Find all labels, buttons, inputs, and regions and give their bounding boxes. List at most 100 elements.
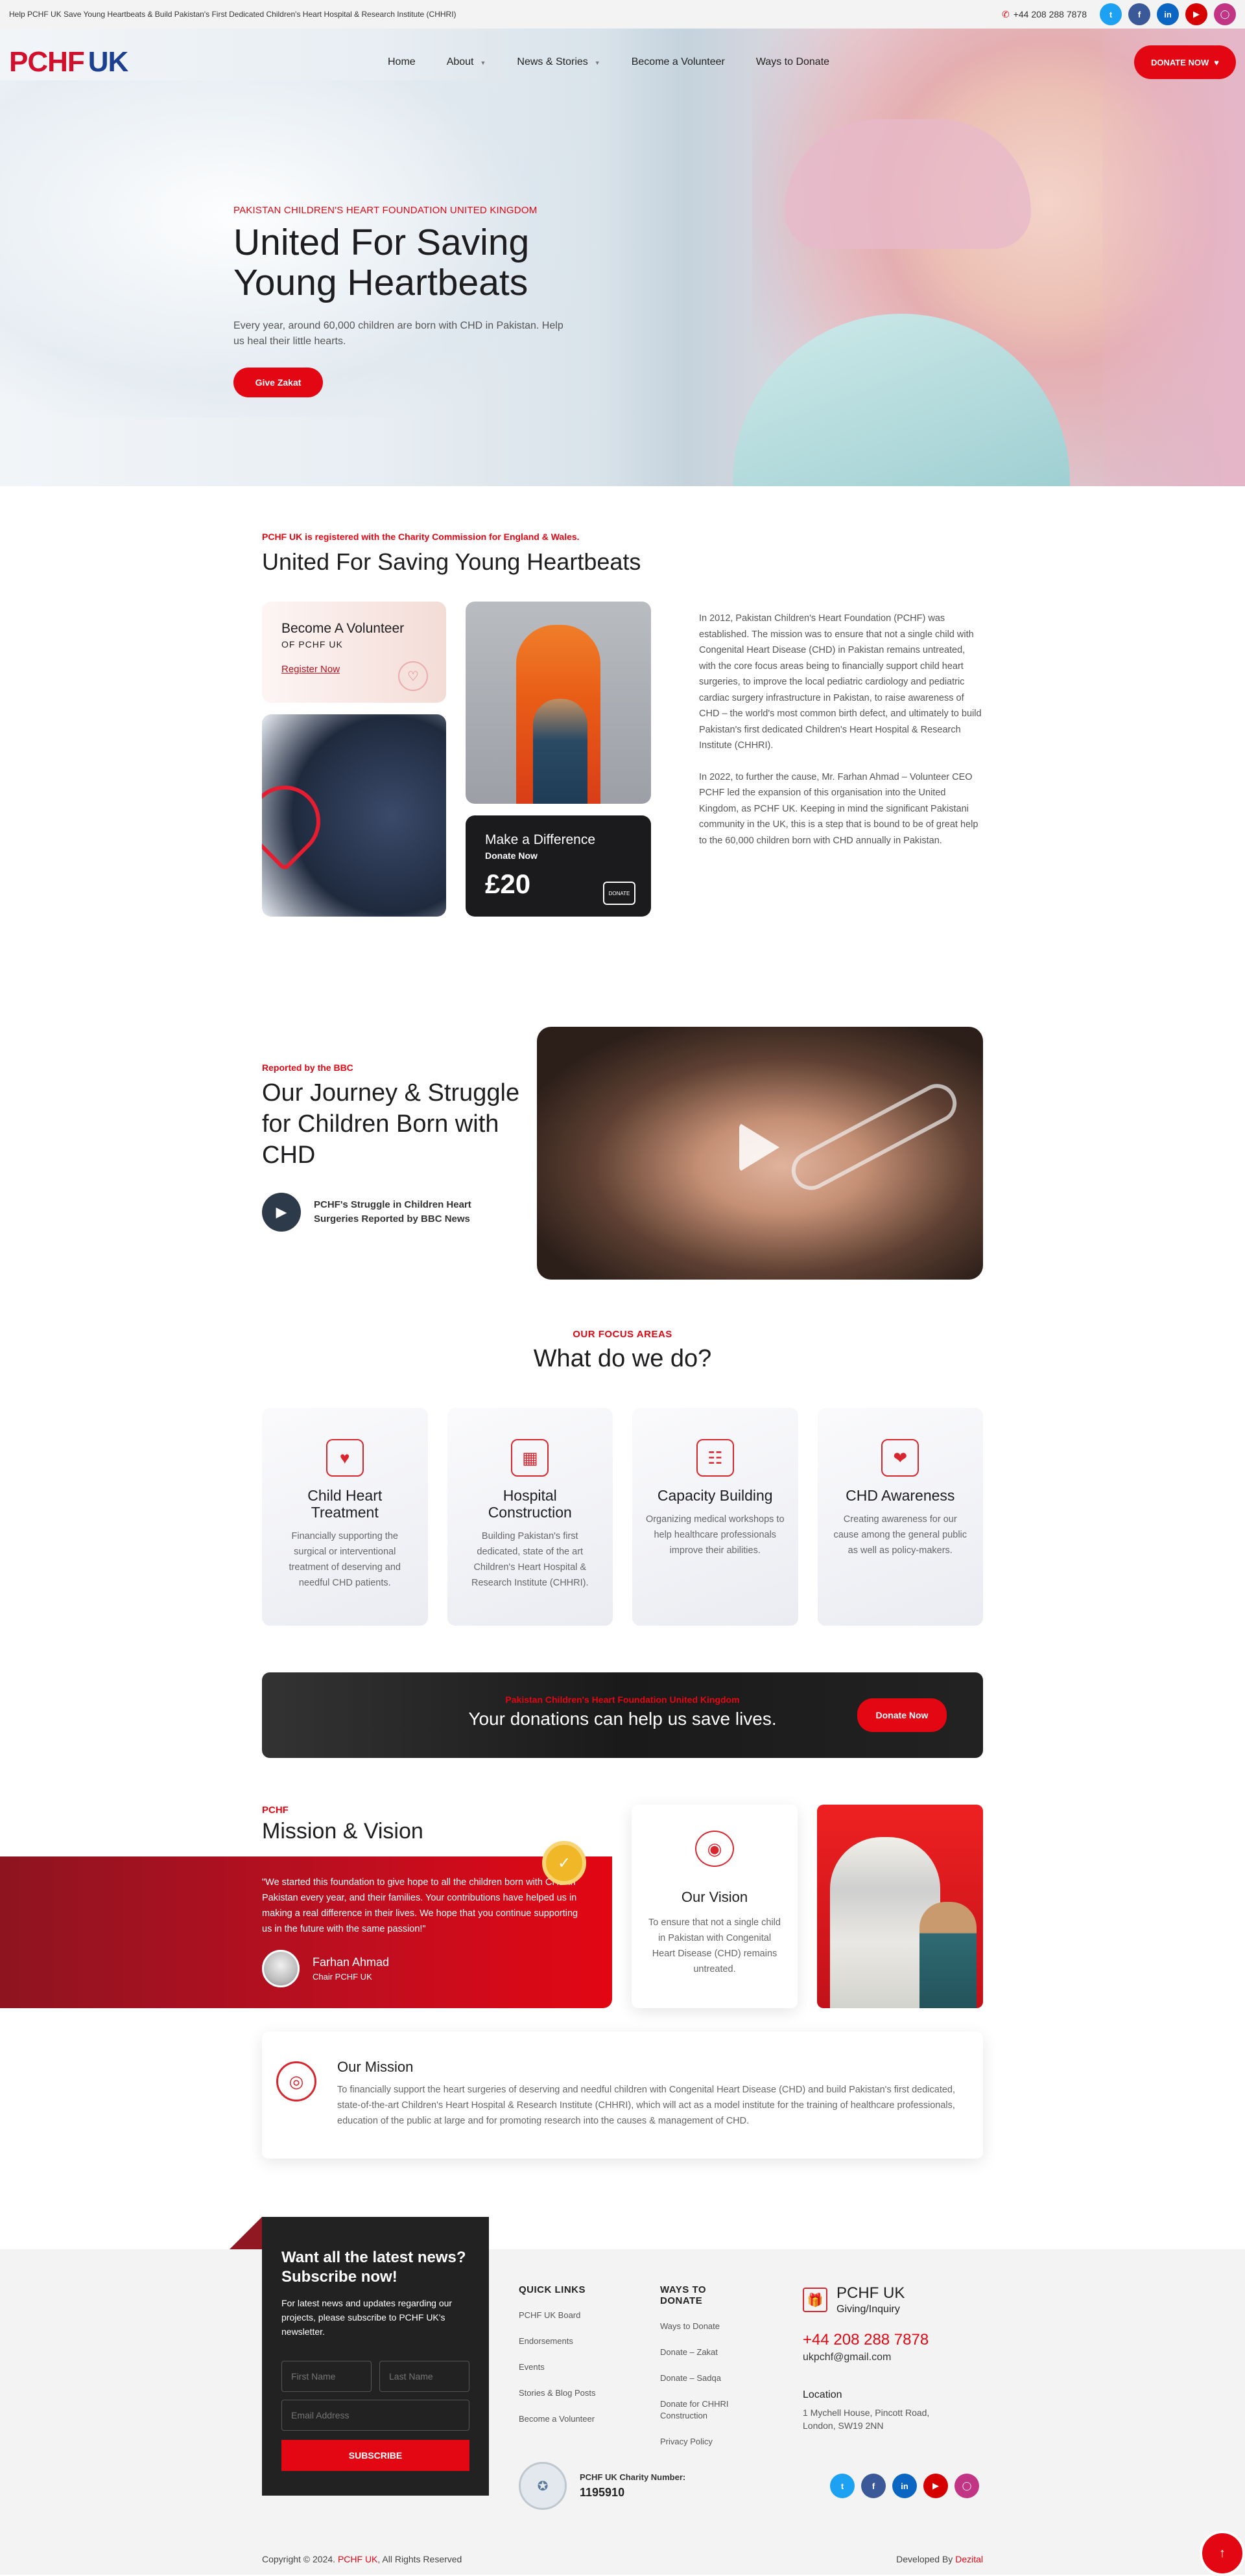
mv-label: PCHF (262, 1805, 289, 1816)
linkedin-icon[interactable]: in (892, 2474, 917, 2498)
video-caption: PCHF's Struggle in Children Heart Surger… (314, 1199, 471, 1224)
focus-card-title: CHD Awareness (846, 1487, 955, 1504)
donate-now-button[interactable]: DONATE NOW ♥ (1133, 45, 1236, 79)
give-zakat-button[interactable]: Give Zakat (233, 368, 323, 397)
nav-about[interactable]: About ▼ (447, 56, 486, 68)
charity-number: 1195910 (580, 2486, 625, 2499)
nav-home[interactable]: Home (388, 56, 416, 68)
about-text: In 2012, Pakistan Children's Heart Found… (699, 611, 983, 849)
focus-card-title: Hospital Construction (488, 1487, 572, 1521)
mission-card: ◎ Our Mission To financially support the… (262, 2032, 983, 2159)
nav-volunteer[interactable]: Become a Volunteer (632, 56, 725, 68)
video-link[interactable]: ▶ PCHF's Struggle in Children Heart Surg… (262, 1193, 495, 1232)
subscribe-text: For latest news and updates regarding ou… (281, 2298, 453, 2337)
twitter-icon[interactable]: t (1100, 3, 1122, 25)
nav-ways-to-donate[interactable]: Ways to Donate (756, 56, 829, 68)
volunteer-sub: OF PCHF UK (281, 639, 343, 650)
footer-link[interactable]: Privacy Policy (660, 2436, 744, 2448)
mission-text: To financially support the heart surgeri… (337, 2085, 956, 2126)
gift-icon: 🎁 (803, 2288, 827, 2312)
topbar-phone[interactable]: ✆ +44 208 288 7878 (1002, 9, 1087, 20)
target-icon: ◎ (276, 2061, 316, 2102)
donate-icon: DONATE (603, 882, 635, 905)
announcement-text: Help PCHF UK Save Young Heartbeats & Bui… (9, 10, 456, 19)
facebook-icon[interactable]: f (861, 2474, 886, 2498)
footer-link[interactable]: Ways to Donate (660, 2321, 744, 2332)
chair-quote: "We started this foundation to give hope… (0, 1856, 612, 2008)
mission-vision-section: PCHF Mission & Vision "We started this f… (0, 1805, 983, 2012)
focus-card-capacity[interactable]: ☷ Capacity Building Organizing medical w… (632, 1408, 798, 1626)
footer: Want all the latest news? Subscribe now!… (0, 2217, 1245, 2576)
developer-link[interactable]: Dezital (955, 2554, 983, 2564)
first-name-field[interactable] (281, 2361, 372, 2392)
footer-brand-title: PCHF UK (836, 2284, 905, 2302)
vision-title: Our Vision (681, 1889, 748, 1905)
mission-title: Our Mission (337, 2059, 414, 2075)
journey-title: Our Journey & Struggle for Children Born… (262, 1079, 520, 1169)
footer-link[interactable]: Donate – Sadqa (660, 2372, 744, 2384)
charity-label: PCHF UK Charity Number: (580, 2472, 686, 2482)
site-logo[interactable]: PCHF UK (9, 46, 128, 78)
vision-text: To ensure that not a single child in Pak… (648, 1917, 781, 1974)
focus-card-text: Building Pakistan's first dedicated, sta… (471, 1531, 589, 1588)
quote-text: "We started this foundation to give hope… (262, 1877, 578, 1934)
charity-number-block: ✪ PCHF UK Charity Number: 1195910 (519, 2462, 685, 2510)
linkedin-icon[interactable]: in (1157, 3, 1179, 25)
scroll-to-top-button[interactable]: ↑ (1200, 2531, 1245, 2576)
banner-donate-button[interactable]: Donate Now (857, 1698, 947, 1732)
video-play-icon[interactable] (739, 1123, 779, 1172)
nav-news-stories[interactable]: News & Stories ▼ (517, 56, 600, 68)
facebook-icon[interactable]: f (1128, 3, 1150, 25)
twitter-icon[interactable]: t (830, 2474, 855, 2498)
focus-card-awareness[interactable]: ❤ CHD Awareness Creating awareness for o… (817, 1408, 983, 1626)
instagram-icon[interactable]: ◯ (954, 2474, 979, 2498)
instagram-icon[interactable]: ◯ (1214, 3, 1236, 25)
footer-link[interactable]: Donate – Zakat (660, 2347, 744, 2358)
footer-email[interactable]: ukpchf@gmail.com (803, 2352, 939, 2363)
workshop-icon: ☷ (696, 1439, 734, 1477)
chevron-down-icon: ▼ (594, 60, 600, 66)
logo-main-text: PCHF (9, 46, 85, 78)
arrow-up-icon: ↑ (1219, 2546, 1226, 2560)
heart-icon: ♥ (1214, 57, 1219, 67)
copyright-brand-link[interactable]: PCHF UK (338, 2554, 377, 2564)
volunteer-title: Become A Volunteer (281, 621, 405, 636)
subscribe-button[interactable]: SUBSCRIBE (281, 2440, 469, 2471)
main-nav: PCHF UK Home About ▼ News & Stories ▼ Beco… (0, 29, 1245, 96)
donate-card-sub: Donate Now (485, 850, 538, 861)
volunteer-card[interactable]: Become A Volunteer OF PCHF UK Register N… (262, 602, 446, 703)
charity-seal-icon: ✪ (519, 2462, 567, 2510)
bbc-video[interactable] (537, 1027, 983, 1280)
youtube-icon[interactable]: ▶ (923, 2474, 948, 2498)
youtube-icon[interactable]: ▶ (1185, 3, 1207, 25)
footer-phone[interactable]: +44 208 288 7878 (803, 2331, 939, 2349)
donate-card[interactable]: Make a Difference Donate Now £20 DONATE (466, 815, 651, 917)
focus-card-treatment[interactable]: ♥ Child Heart Treatment Financially supp… (262, 1408, 428, 1626)
hero-text: Every year, around 60,000 children are b… (233, 320, 563, 347)
footer-social: t f in ▶ ◯ (830, 2474, 979, 2498)
donate-now-label: DONATE NOW (1150, 57, 1209, 67)
address-text: 1 Mychell House, Pincott Road, London, S… (803, 2407, 930, 2431)
about-paragraph: In 2022, to further the cause, Mr. Farha… (699, 771, 978, 846)
ways-title: WAYS TO DONATE (660, 2284, 707, 2306)
about-paragraph: In 2012, Pakistan Children's Heart Found… (699, 613, 982, 751)
email-field[interactable] (281, 2400, 469, 2431)
avatar (262, 1950, 300, 1987)
footer-link[interactable]: PCHF UK Board (519, 2310, 596, 2321)
hero-section: PCHF UK Home About ▼ News & Stories ▼ Beco… (0, 29, 1245, 486)
mother-child-image (466, 602, 651, 804)
footer-link[interactable]: Endorsements (519, 2336, 596, 2347)
focus-card-text: Financially supporting the surgical or i… (289, 1531, 401, 1588)
focus-card-hospital[interactable]: ▦ Hospital Construction Building Pakista… (447, 1408, 613, 1626)
footer-bottom: Copyright © 2024. PCHF UK, All Rights Re… (262, 2554, 983, 2564)
top-bar: Help PCHF UK Save Young Heartbeats & Bui… (0, 0, 1245, 29)
footer-brand-sub: Giving/Inquiry (836, 2304, 900, 2315)
donate-card-title: Make a Difference (485, 832, 596, 847)
location-title: Location (803, 2389, 842, 2400)
play-icon[interactable]: ▶ (262, 1193, 301, 1232)
footer-link[interactable]: Stories & Blog Posts (519, 2387, 596, 2399)
footer-link[interactable]: Events (519, 2361, 596, 2373)
footer-link[interactable]: Donate for CHHRI Construction (660, 2398, 744, 2422)
footer-link[interactable]: Become a Volunteer (519, 2413, 596, 2425)
last-name-field[interactable] (379, 2361, 469, 2392)
